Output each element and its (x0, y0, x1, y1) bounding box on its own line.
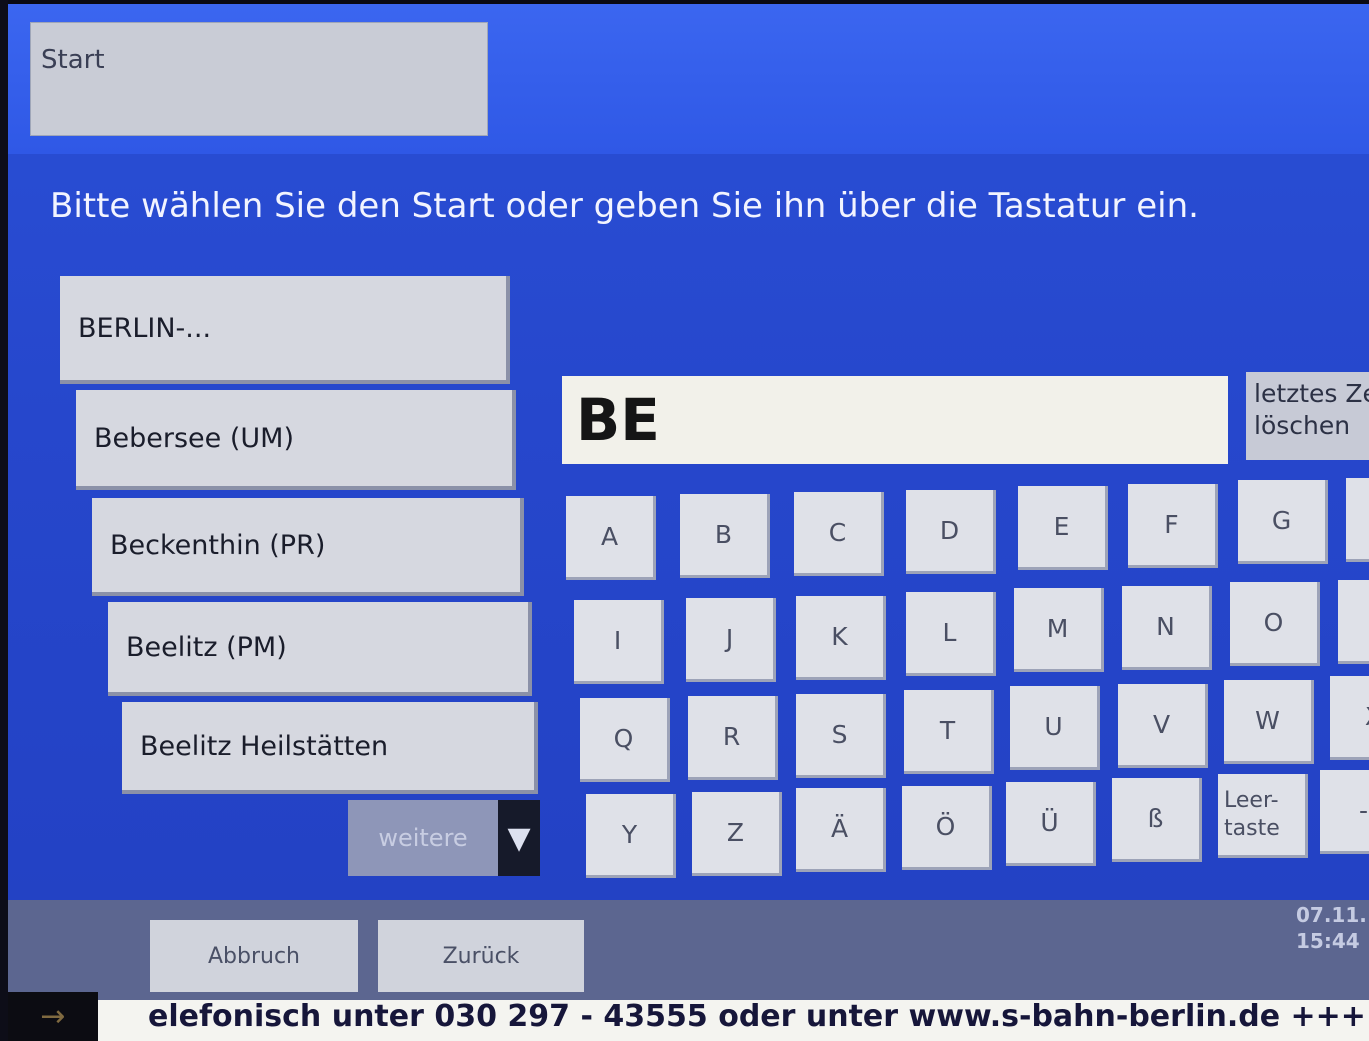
key-x[interactable]: X (1330, 676, 1369, 760)
suggestion-label: Beelitz Heilstätten (140, 730, 389, 762)
key-f[interactable]: F (1128, 484, 1218, 568)
key-h[interactable] (1346, 478, 1369, 562)
delete-last-char-button[interactable]: letztes Ze löschen (1246, 372, 1369, 460)
key-q[interactable]: Q (580, 698, 670, 782)
arrow-glyph: ▼ (507, 820, 531, 856)
key-v[interactable]: V (1118, 684, 1208, 768)
step-indicator: Start (30, 22, 488, 136)
suggestion-beelitz[interactable]: Beelitz (PM) (108, 602, 532, 696)
key-o[interactable]: O (1230, 582, 1320, 666)
arrow-right-icon: → (8, 992, 98, 1041)
key-w[interactable]: W (1224, 680, 1314, 764)
key-z[interactable]: Z (692, 792, 782, 876)
suggestion-beckenthin[interactable]: Beckenthin (PR) (92, 498, 524, 596)
key-b[interactable]: B (680, 494, 770, 578)
key-r[interactable]: R (688, 696, 778, 780)
key-n[interactable]: N (1122, 586, 1212, 670)
search-input[interactable]: BE (562, 376, 1228, 464)
key-hyphen[interactable]: - (1320, 770, 1369, 854)
key-ue[interactable]: Ü (1006, 782, 1096, 866)
key-space[interactable]: Leer- taste (1218, 774, 1308, 858)
cancel-button[interactable]: Abbruch (150, 920, 358, 992)
ticker-text: elefonisch unter 030 297 - 43555 oder un… (148, 1000, 1369, 1034)
ticket-machine-screen: Start Bitte wählen Sie den Start oder ge… (8, 4, 1369, 1041)
clock: 07.11. 15:44 (1296, 902, 1367, 954)
key-u[interactable]: U (1010, 686, 1100, 770)
news-ticker: elefonisch unter 030 297 - 43555 oder un… (8, 1000, 1369, 1041)
suggestion-label: Beckenthin (PR) (110, 529, 326, 561)
key-s[interactable]: S (796, 694, 886, 778)
key-t[interactable]: T (904, 690, 994, 774)
delete-label-line2: löschen (1254, 411, 1351, 440)
key-m[interactable]: M (1014, 588, 1104, 672)
key-p[interactable] (1338, 580, 1369, 664)
back-label: Zurück (442, 943, 520, 969)
chevron-down-icon[interactable]: ▼ (498, 800, 540, 876)
key-ae[interactable]: Ä (796, 788, 886, 872)
key-k[interactable]: K (796, 596, 886, 680)
more-button[interactable]: weitere (348, 800, 498, 876)
key-i[interactable]: I (574, 600, 664, 684)
more-label: weitere (378, 824, 468, 852)
suggestion-label: Bebersee (UM) (94, 422, 294, 454)
delete-label-line1: letztes Ze (1254, 379, 1369, 408)
screen-bezel (0, 0, 8, 1041)
suggestion-label: Beelitz (PM) (126, 631, 287, 663)
date-text: 07.11. (1296, 903, 1367, 927)
cancel-label: Abbruch (207, 943, 300, 969)
key-d[interactable]: D (906, 490, 996, 574)
key-l[interactable]: L (906, 592, 996, 676)
suggestion-beelitz-heilstaetten[interactable]: Beelitz Heilstätten (122, 702, 538, 794)
suggestion-berlin[interactable]: BERLIN-... (60, 276, 510, 384)
instruction-text: Bitte wählen Sie den Start oder geben Si… (50, 186, 1199, 226)
time-text: 15:44 (1296, 929, 1360, 953)
key-y[interactable]: Y (586, 794, 676, 878)
key-g[interactable]: G (1238, 480, 1328, 564)
key-a[interactable]: A (566, 496, 656, 580)
suggestion-bebersee[interactable]: Bebersee (UM) (76, 390, 516, 490)
key-sz[interactable]: ß (1112, 778, 1202, 862)
key-c[interactable]: C (794, 492, 884, 576)
key-j[interactable]: J (686, 598, 776, 682)
key-e[interactable]: E (1018, 486, 1108, 570)
back-button[interactable]: Zurück (378, 920, 584, 992)
step-label: Start (41, 45, 105, 75)
key-oe[interactable]: Ö (902, 786, 992, 870)
suggestion-label: BERLIN-... (78, 312, 212, 344)
search-input-value: BE (576, 386, 660, 454)
